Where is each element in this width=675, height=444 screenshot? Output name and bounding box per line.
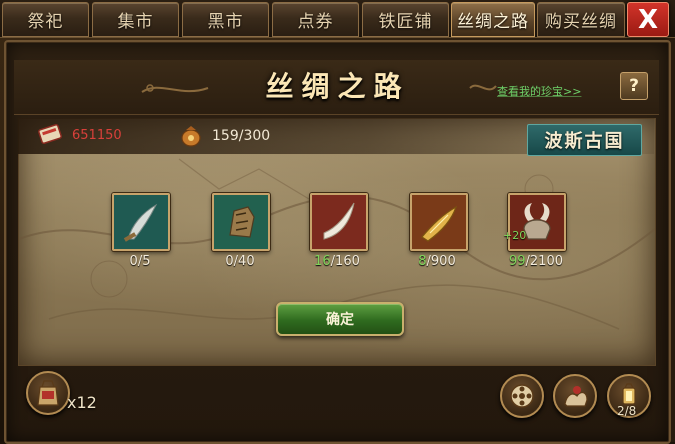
silk-scroll-icon (38, 124, 62, 144)
close-button[interactable]: X (627, 2, 669, 37)
silk-bag-button[interactable] (26, 371, 70, 415)
right-flourish-icon (469, 84, 497, 91)
confirm-button[interactable]: 确定 (276, 302, 404, 336)
item-count-3: 16/160 (314, 254, 360, 269)
item-slot-5[interactable] (508, 193, 566, 251)
help-button[interactable]: ? (620, 72, 648, 100)
item-slot-2[interactable] (212, 193, 270, 251)
ivory-tusk-icon (312, 195, 366, 249)
curved-dagger-icon (114, 195, 168, 249)
item-slot-4[interactable] (410, 193, 468, 251)
camel-rider-icon (564, 386, 588, 407)
tab-vouchers[interactable]: 点券 (272, 2, 359, 37)
silk-bag-icon (37, 380, 59, 406)
item-count-5: 99/2100 (508, 254, 563, 269)
film-reel-button[interactable] (500, 374, 544, 418)
page-title: 丝绸之路 (265, 70, 410, 103)
coin-pouch-icon (181, 126, 201, 147)
tab-buy-silk[interactable]: 购买丝绸 (537, 2, 625, 37)
bonus-indicator: +20 (503, 229, 527, 242)
bag-count: x12 (67, 393, 97, 412)
tab-bar: 祭祀 集市 黑市 点券 铁匠铺 丝绸之路 购买丝绸 (0, 0, 675, 38)
tab-black-market[interactable]: 黑市 (182, 2, 269, 37)
golden-blade-icon (412, 195, 466, 249)
slot-counter: 2/8 (617, 404, 637, 418)
region-banner: 波斯古国 (527, 124, 642, 156)
item-slot-1[interactable] (112, 193, 170, 251)
stamina-counter: 159/300 (212, 128, 271, 144)
item-count-2: 0/40 (225, 254, 255, 269)
item-count-4: 8/900 (418, 254, 456, 269)
tab-silk-road[interactable]: 丝绸之路 (451, 2, 535, 37)
gauntlet-relic-icon (214, 195, 268, 249)
item-slot-3[interactable] (310, 193, 368, 251)
view-treasure-link[interactable]: 查看我的珍宝>> (497, 83, 581, 99)
tab-blacksmith[interactable]: 铁匠铺 (362, 2, 449, 37)
film-reel-icon (510, 384, 534, 408)
item-count-1: 0/5 (129, 254, 151, 269)
tab-sacrifice[interactable]: 祭祀 (2, 2, 89, 37)
tab-market[interactable]: 集市 (92, 2, 179, 37)
camel-rider-button[interactable] (553, 374, 597, 418)
silk-amount: 651150 (72, 128, 122, 143)
